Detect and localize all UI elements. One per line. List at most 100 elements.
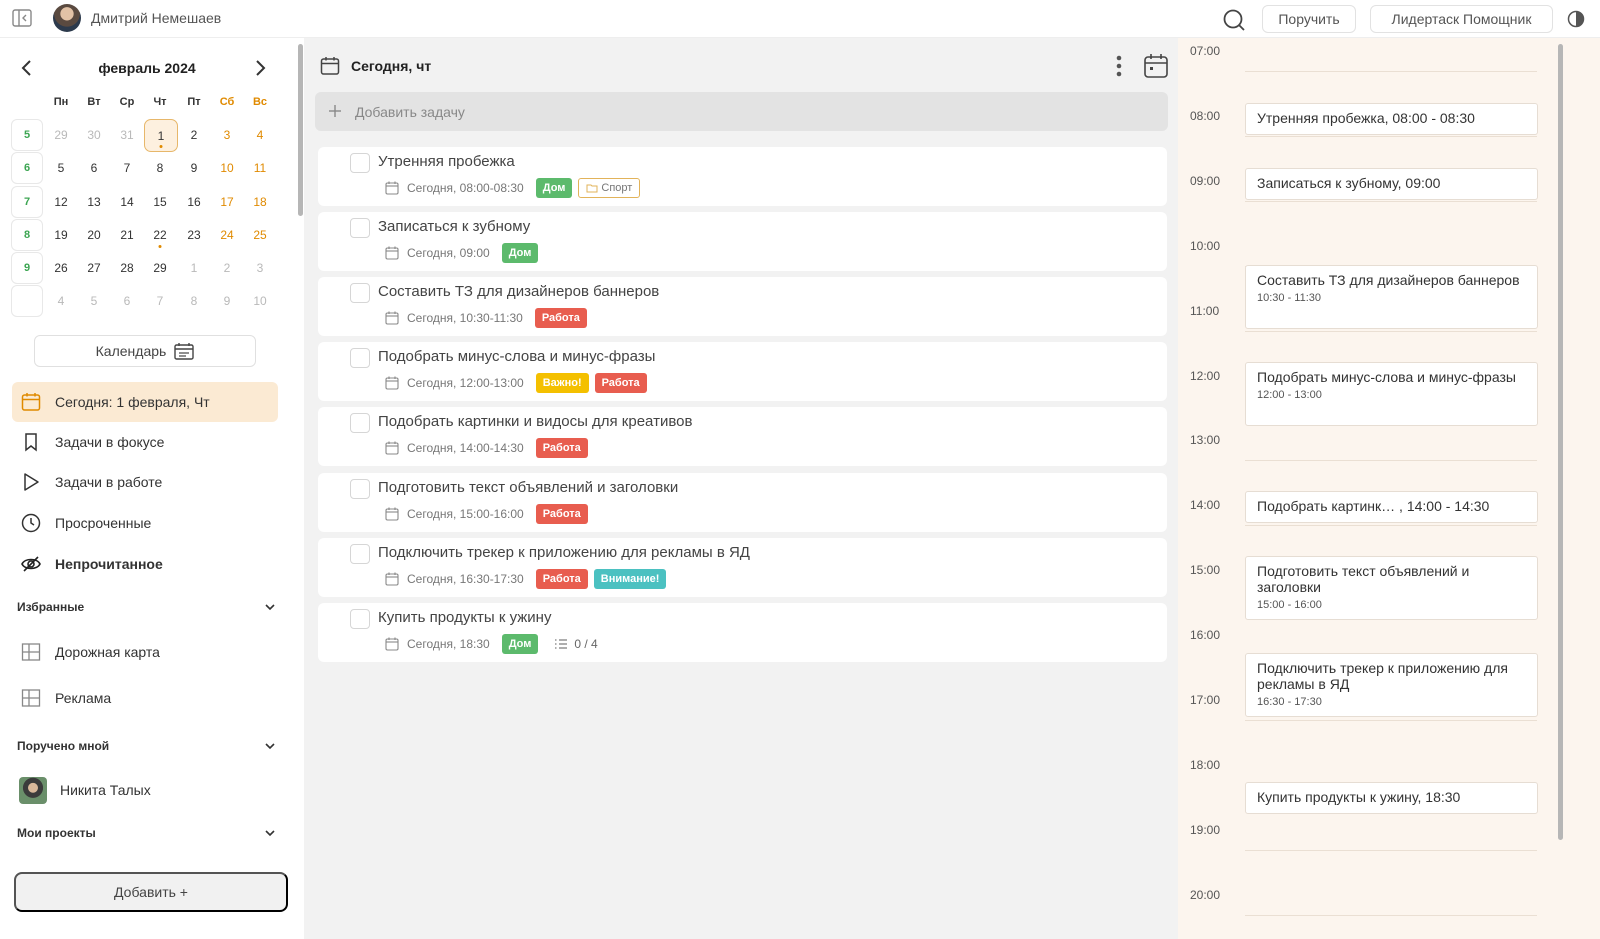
task-card[interactable]: Подготовить текст объявлений и заголовки…	[318, 473, 1167, 532]
calendar-day[interactable]: 29	[143, 252, 177, 284]
calendar-day[interactable]: 19	[44, 219, 78, 251]
calendar-day[interactable]: 10	[210, 152, 244, 184]
calendar-day[interactable]: 25	[243, 219, 277, 251]
calendar-day[interactable]: 20	[77, 219, 111, 251]
calendar-day[interactable]: 15	[143, 186, 177, 218]
task-title[interactable]: Записаться к зубному	[378, 218, 530, 235]
calendar-day[interactable]: 9	[210, 285, 244, 317]
timeline-event[interactable]: Утренняя пробежка, 08:00 - 08:30	[1245, 103, 1538, 135]
calendar-day[interactable]: 27	[77, 252, 111, 284]
calendar-day[interactable]: 23	[177, 219, 211, 251]
tag[interactable]: Работа	[535, 504, 588, 524]
task-title[interactable]: Подготовить текст объявлений и заголовки	[378, 479, 678, 496]
calendar-day[interactable]: 28	[110, 252, 144, 284]
timeline-event[interactable]: Подобрать картинк… , 14:00 - 14:30	[1245, 491, 1538, 523]
task-title[interactable]: Составить ТЗ для дизайнеров баннеров	[378, 283, 659, 300]
assistant-button[interactable]: Лидертаск Помощник	[1370, 5, 1553, 33]
user-name[interactable]: Дмитрий Немешаев	[91, 10, 221, 26]
more-vertical-icon[interactable]	[1112, 54, 1126, 78]
tag[interactable]: Важно!	[535, 373, 589, 393]
calendar-day[interactable]: 2	[210, 252, 244, 284]
calendar-day[interactable]: 9	[177, 152, 211, 184]
sidebar-item-unread[interactable]: Непрочитанное	[12, 544, 278, 584]
timeline-event[interactable]: Подобрать минус-слова и минус-фразы 12:00…	[1245, 362, 1538, 426]
calendar-day[interactable]: 26	[44, 252, 78, 284]
task-checkbox[interactable]	[350, 479, 370, 499]
calendar-day[interactable]: 13	[77, 186, 111, 218]
sidebar-scrollbar[interactable]	[298, 44, 303, 216]
tag[interactable]: Дом	[535, 178, 573, 198]
timeline-event[interactable]: Купить продукты к ужину, 18:30	[1245, 782, 1538, 814]
calendar-day[interactable]: 12	[44, 186, 78, 218]
calendar-day[interactable]: 10	[243, 285, 277, 317]
calendar-day[interactable]: 3	[243, 252, 277, 284]
tag[interactable]: Дом	[501, 634, 539, 654]
calendar-day[interactable]: 4	[44, 285, 78, 317]
week-number[interactable]: 6	[11, 152, 43, 184]
task-card[interactable]: Подобрать картинки и видосы для креативо…	[318, 407, 1167, 466]
calendar-day[interactable]: 3	[210, 119, 244, 151]
calendar-day[interactable]: 8	[143, 152, 177, 184]
sidebar-toggle-icon[interactable]	[12, 9, 32, 27]
calendar-day[interactable]: 6	[77, 152, 111, 184]
avatar[interactable]	[53, 4, 81, 32]
calendar-view-icon[interactable]	[1143, 53, 1169, 79]
calendar-day[interactable]: 11	[243, 152, 277, 184]
calendar-day[interactable]: 31	[110, 119, 144, 151]
task-title[interactable]: Подключить трекер к приложению для рекла…	[378, 544, 750, 561]
week-number[interactable]: 7	[11, 186, 43, 218]
favorites-section-header[interactable]: Избранные	[17, 600, 281, 614]
calendar-day[interactable]: 16	[177, 186, 211, 218]
week-number[interactable]: 9	[11, 252, 43, 284]
projects-section-header[interactable]: Мои проекты	[17, 826, 281, 840]
calendar-day[interactable]: 5	[77, 285, 111, 317]
calendar-day[interactable]: 29	[44, 119, 78, 151]
timeline-event[interactable]: Составить ТЗ для дизайнеров баннеров 10:3…	[1245, 265, 1538, 329]
calendar-day[interactable]: 4	[243, 119, 277, 151]
task-card[interactable]: Купить продукты к ужину Сегодня, 18:30 Дом…	[318, 603, 1167, 662]
theme-toggle-icon[interactable]	[1567, 10, 1585, 28]
add-button[interactable]: Добавить +	[14, 872, 288, 912]
timeline-event[interactable]: Подключить трекер к приложению для рекла…	[1245, 653, 1538, 717]
timeline-scrollbar[interactable]	[1558, 44, 1563, 840]
task-title[interactable]: Утренняя пробежка	[378, 153, 515, 170]
task-checkbox[interactable]	[350, 413, 370, 433]
assign-button[interactable]: Поручить	[1262, 5, 1356, 33]
calendar-day[interactable]: 22	[143, 219, 177, 251]
calendar-day[interactable]: 8	[177, 285, 211, 317]
calendar-day[interactable]: 7	[143, 285, 177, 317]
calendar-day[interactable]: 21	[110, 219, 144, 251]
calendar-day[interactable]: 1	[177, 252, 211, 284]
task-checkbox[interactable]	[350, 609, 370, 629]
tag[interactable]: Работа	[534, 308, 587, 328]
tag[interactable]: Спорт	[578, 178, 641, 198]
week-number[interactable]	[11, 285, 43, 317]
calendar-button[interactable]: Календарь	[34, 335, 256, 367]
calendar-day[interactable]: 18	[243, 186, 277, 218]
calendar-day[interactable]: 7	[110, 152, 144, 184]
task-card[interactable]: Записаться к зубному Сегодня, 09:00 Дом	[318, 212, 1167, 271]
week-number[interactable]: 8	[11, 219, 43, 251]
calendar-day[interactable]: 6	[110, 285, 144, 317]
timeline-event[interactable]: Подготовить текст объявлений и заголовки…	[1245, 556, 1538, 620]
task-checkbox[interactable]	[350, 283, 370, 303]
task-title[interactable]: Купить продукты к ужину	[378, 609, 551, 626]
sidebar-item-ads[interactable]: Реклама	[12, 678, 278, 718]
task-card[interactable]: Подключить трекер к приложению для рекла…	[318, 538, 1167, 597]
sidebar-item-in-work[interactable]: Задачи в работе	[12, 462, 278, 502]
sidebar-item-assignee[interactable]: Никита Талых	[12, 770, 278, 810]
calendar-day[interactable]: 30	[77, 119, 111, 151]
calendar-day[interactable]: 24	[210, 219, 244, 251]
task-checkbox[interactable]	[350, 153, 370, 173]
checklist-progress[interactable]: 0 / 4	[554, 637, 598, 651]
tag[interactable]: Работа	[535, 569, 588, 589]
sidebar-item-overdue[interactable]: Просроченные	[12, 503, 278, 543]
sidebar-item-focus[interactable]: Задачи в фокусе	[12, 422, 278, 462]
task-checkbox[interactable]	[350, 218, 370, 238]
task-card[interactable]: Подобрать минус-слова и минус-фразы Сегод…	[318, 342, 1167, 401]
calendar-day[interactable]: 5	[44, 152, 78, 184]
tag[interactable]: Работа	[535, 438, 588, 458]
calendar-day[interactable]: 17	[210, 186, 244, 218]
tag[interactable]: Внимание!	[593, 569, 667, 589]
calendar-day[interactable]: 2	[177, 119, 211, 151]
